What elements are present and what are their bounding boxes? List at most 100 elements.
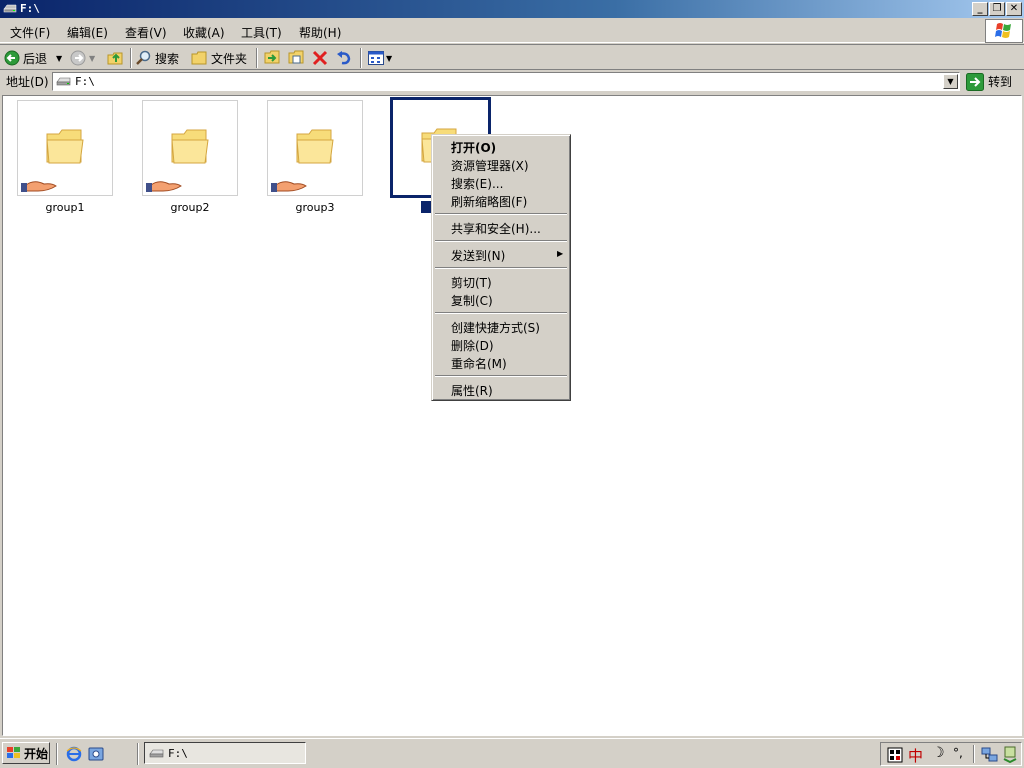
views-grid-icon <box>368 51 384 65</box>
back-arrow-icon <box>4 50 20 66</box>
ctx-separator <box>435 213 567 215</box>
minimize-button[interactable]: _ <box>972 2 988 16</box>
folder-name[interactable]: group1 <box>10 201 120 214</box>
address-value: F:\ <box>75 75 95 88</box>
forward-button[interactable]: ▼ <box>70 49 95 67</box>
taskbar-separator <box>137 743 139 765</box>
ctx-explorer[interactable]: 资源管理器(X) <box>451 157 529 174</box>
address-label: 地址(D) <box>6 75 49 89</box>
search-icon <box>136 50 151 65</box>
views-button[interactable]: ▼ <box>368 49 392 67</box>
up-folder-button[interactable] <box>107 49 125 67</box>
windows-flag-icon <box>7 747 20 758</box>
up-folder-icon <box>107 52 123 65</box>
address-bar: 地址(D) F:\ ▼ 转到 <box>0 70 1024 94</box>
go-button[interactable]: 转到 <box>966 71 1020 92</box>
drive-icon <box>56 77 71 86</box>
ctx-copy[interactable]: 复制(C) <box>451 292 493 309</box>
ctx-cut[interactable]: 剪切(T) <box>451 274 492 291</box>
ctx-refresh-thumbnail[interactable]: 刷新缩略图(F) <box>451 193 527 210</box>
folders-button[interactable]: 文件夹 <box>191 49 247 67</box>
back-button[interactable]: 后退 ▼ <box>4 49 62 67</box>
menu-help[interactable]: 帮助(H) <box>299 24 341 41</box>
folder-thumbnail[interactable] <box>17 100 113 196</box>
menu-view[interactable]: 查看(V) <box>125 24 167 41</box>
undo-icon <box>337 51 351 65</box>
folder-name[interactable]: group2 <box>135 201 245 214</box>
search-label: 搜索 <box>155 51 180 66</box>
restore-button[interactable]: ❐ <box>989 2 1005 16</box>
menu-edit[interactable]: 编辑(E) <box>67 24 108 41</box>
punctuation-indicator[interactable]: °, <box>953 746 963 760</box>
ctx-separator <box>435 267 567 269</box>
back-dropdown-icon[interactable]: ▼ <box>56 54 62 63</box>
safely-remove-hardware-icon[interactable] <box>1002 746 1018 764</box>
taskbar: 开始 F:\ 中 ☽ °, <box>0 738 1024 768</box>
views-dropdown-icon: ▼ <box>386 53 393 63</box>
address-dropdown-button[interactable]: ▼ <box>943 74 958 89</box>
show-desktop-icon[interactable] <box>88 746 104 762</box>
ctx-separator <box>435 312 567 314</box>
forward-dropdown-icon[interactable]: ▼ <box>89 54 95 63</box>
move-to-icon <box>264 50 280 64</box>
folder-icon <box>171 129 209 164</box>
ime-keyboard-icon[interactable] <box>887 747 903 763</box>
ctx-properties[interactable]: 属性(R) <box>451 382 493 399</box>
close-button[interactable]: ✕ <box>1006 2 1022 16</box>
taskbar-window-button[interactable]: F:\ <box>144 742 306 764</box>
folder-icon <box>296 129 334 164</box>
toolbar-separator <box>360 48 362 68</box>
ime-chinese-indicator[interactable]: 中 <box>908 745 923 766</box>
back-label: 后退 <box>23 51 48 66</box>
folder-icon <box>46 129 84 164</box>
move-to-button[interactable] <box>264 49 282 67</box>
folder-thumbnail[interactable] <box>142 100 238 196</box>
shared-hand-icon <box>271 181 307 192</box>
ctx-separator <box>435 240 567 242</box>
undo-button[interactable] <box>336 49 352 67</box>
quicklaunch-separator <box>56 743 58 765</box>
address-input[interactable]: F:\ ▼ <box>52 72 960 91</box>
search-button[interactable]: 搜索 <box>136 49 179 67</box>
folders-icon <box>191 51 207 64</box>
forward-arrow-icon <box>70 50 86 66</box>
go-arrow-icon <box>966 72 984 91</box>
ctx-delete[interactable]: 删除(D) <box>451 337 494 354</box>
menu-tools[interactable]: 工具(T) <box>241 24 282 41</box>
internet-explorer-icon[interactable] <box>66 746 82 762</box>
menu-bar: 文件(F) 编辑(E) 查看(V) 收藏(A) 工具(T) 帮助(H) <box>0 19 1024 43</box>
delete-button[interactable] <box>312 49 328 67</box>
standard-toolbar: 后退 ▼ ▼ 搜索 文件夹 ▼ <box>0 44 1024 70</box>
start-label: 开始 <box>24 746 49 761</box>
system-tray: 中 ☽ °, <box>880 742 1022 766</box>
drive-icon <box>3 4 17 13</box>
ctx-rename[interactable]: 重命名(M) <box>451 355 507 372</box>
submenu-arrow-icon: ▶ <box>557 249 564 258</box>
toolbar-separator <box>256 48 258 68</box>
copy-to-button[interactable] <box>288 49 306 67</box>
window-title: F:\ <box>20 2 40 15</box>
taskbar-window-label: F:\ <box>168 746 188 760</box>
copy-to-icon <box>288 50 304 64</box>
ctx-sharing-security[interactable]: 共享和安全(H)... <box>451 220 541 237</box>
folders-label: 文件夹 <box>211 51 248 66</box>
ctx-send-to[interactable]: 发送到(N) <box>451 247 505 264</box>
ctx-open[interactable]: 打开(O) <box>451 139 496 156</box>
windows-logo-icon <box>985 19 1023 43</box>
half-width-moon-icon[interactable]: ☽ <box>932 745 945 761</box>
explorer-window: F:\ _ ❐ ✕ 文件(F) 编辑(E) 查看(V) 收藏(A) 工具(T) … <box>0 0 1024 738</box>
folder-name[interactable]: group3 <box>260 201 370 214</box>
menu-favorites[interactable]: 收藏(A) <box>183 24 225 41</box>
shared-hand-icon <box>21 181 57 192</box>
menu-file[interactable]: 文件(F) <box>10 24 50 41</box>
drive-icon <box>149 749 164 757</box>
ctx-create-shortcut[interactable]: 创建快捷方式(S) <box>451 319 540 336</box>
folder-thumbnail[interactable] <box>267 100 363 196</box>
network-icon[interactable] <box>981 746 999 764</box>
start-button[interactable]: 开始 <box>2 742 50 764</box>
file-view[interactable]: group1 group2 group3 打开(O) 资源管理器(X) 搜索(E… <box>2 95 1022 736</box>
ctx-separator <box>435 375 567 377</box>
delete-x-icon <box>312 50 328 66</box>
ctx-search[interactable]: 搜索(E)... <box>451 175 503 192</box>
title-bar[interactable]: F:\ _ ❐ ✕ <box>0 0 1024 18</box>
